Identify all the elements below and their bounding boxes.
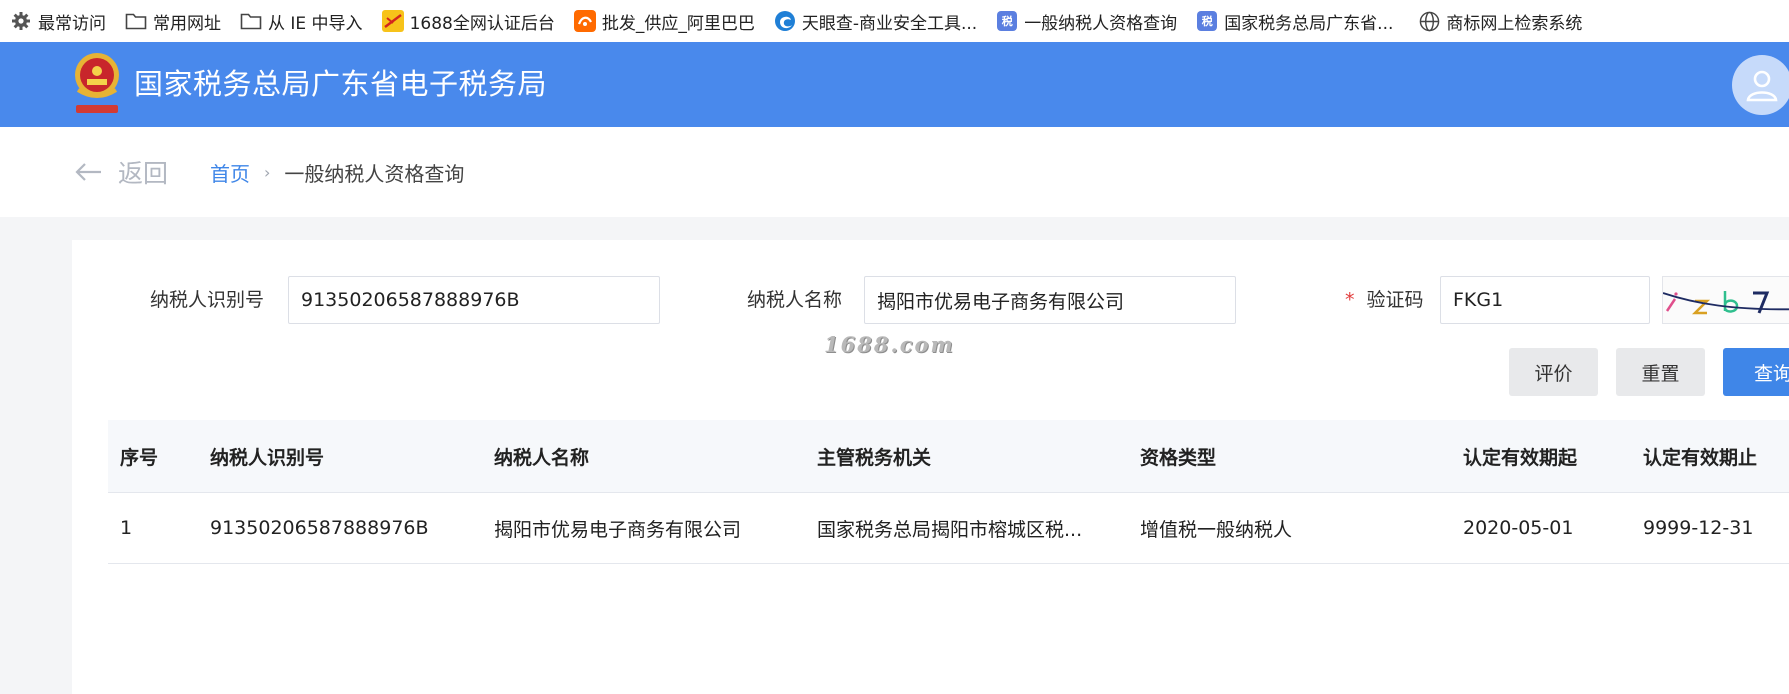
bookmark-label: 一般纳税人资格查询 [1024,13,1178,34]
tax-emblem-icon [72,50,122,118]
back-label: 返回 [118,159,169,188]
captcha-image[interactable] [1662,276,1789,324]
bookmarks-bar: 最常访问 常用网址 从 IE 中导入 1688全网认证后台 批发_供应_阿里巴巴… [0,0,1789,42]
taxpayer-name-label: 纳税人名称 [747,289,843,311]
column-header: 主管税务机关 [817,446,932,469]
bookmark-gd-tax-bureau[interactable]: 税 国家税务总局广东省... [1186,0,1402,42]
table-cell: 增值税一般纳税人 [1140,518,1293,541]
bookmark-trademark-search[interactable]: 商标网上检索系统 [1408,0,1591,42]
bookmark-label: 天眼查-商业安全工具... [801,13,978,34]
tax-logo-icon: 税 [996,10,1018,32]
bookmark-label: 批发_供应_阿里巴巴 [601,13,755,34]
tax-tile: 税 [997,11,1018,31]
bookmark-label: 从 IE 中导入 [268,13,363,34]
bookmark-label: 商标网上检索系统 [1446,13,1583,34]
bookmark-alibaba[interactable]: 批发_供应_阿里巴巴 [564,0,764,42]
site-title: 国家税务总局广东省电子税务局 [134,67,548,101]
tax-logo-icon: 税 [1196,10,1218,32]
taxpayer-id-input[interactable] [288,276,660,324]
1688-logo-icon [381,10,404,32]
query-card: 纳税人识别号 纳税人名称 * 验证码 1688.com 评价 重置 查询 序号 纳… [72,240,1789,694]
column-header: 纳税人识别号 [210,446,325,469]
bookmark-most-visited[interactable]: 最常访问 [0,0,115,42]
user-icon [1746,70,1778,102]
table-cell: 91350206587888976B [210,517,429,539]
bookmark-label: 国家税务总局广东省... [1224,13,1394,34]
bookmark-1688-auth[interactable]: 1688全网认证后台 [372,0,564,42]
table-cell: 2020-05-01 [1463,517,1574,539]
user-avatar[interactable] [1732,55,1789,115]
evaluate-button[interactable]: 评价 [1509,348,1598,396]
table-cell: 1 [120,517,133,539]
back-button[interactable]: 返回 [74,152,168,192]
required-mark: * [1345,289,1355,311]
column-header: 认定有效期止 [1643,446,1758,469]
column-header: 认定有效期起 [1463,446,1578,469]
site-header: 国家税务总局广东省电子税务局 [0,42,1789,127]
breadcrumb-current: 一般纳税人资格查询 [284,161,465,186]
captcha-label-text: 验证码 [1366,289,1424,311]
reset-button[interactable]: 重置 [1616,348,1705,396]
arrow-left-icon [75,163,101,181]
column-header: 序号 [120,446,159,469]
query-button[interactable]: 查询 [1723,348,1789,396]
result-table: 序号 纳税人识别号 纳税人名称 主管税务机关 资格类型 认定有效期起 认定有效期… [108,420,1789,564]
bookmark-common-sites[interactable]: 常用网址 [115,0,230,42]
globe-icon [1418,10,1440,32]
table-cell: 国家税务总局揭阳市榕城区税... [817,518,1083,541]
bookmark-label: 常用网址 [153,13,221,34]
watermark-text: 1688.com [824,332,955,357]
column-header: 资格类型 [1140,446,1217,469]
captcha-input[interactable] [1440,276,1650,324]
bookmark-label: 最常访问 [38,13,106,34]
table-cell: 揭阳市优易电子商务有限公司 [494,518,742,541]
folder-icon [240,10,262,32]
column-header: 纳税人名称 [494,446,590,469]
taxpayer-name-input[interactable] [864,276,1236,324]
bookmark-taxpayer-query[interactable]: 税 一般纳税人资格查询 [986,0,1186,42]
folder-icon [125,10,147,32]
table-row[interactable]: 1 91350206587888976B 揭阳市优易电子商务有限公司 国家税务总… [108,493,1789,564]
breadcrumb-row: 返回 首页 › 一般纳税人资格查询 [0,127,1789,217]
captcha-label: * 验证码 [1345,276,1424,324]
bookmark-tianyancha[interactable]: 天眼查-商业安全工具... [764,0,986,42]
chevron-right-icon: › [264,162,271,182]
table-header: 序号 纳税人识别号 纳税人名称 主管税务机关 资格类型 认定有效期起 认定有效期… [108,420,1789,493]
bookmark-import-ie[interactable]: 从 IE 中导入 [230,0,372,42]
taxpayer-id-label: 纳税人识别号 [150,289,265,311]
breadcrumb: 首页 › 一般纳税人资格查询 [210,152,464,192]
tax-tile: 税 [1197,11,1218,31]
breadcrumb-home-link[interactable]: 首页 [210,158,250,187]
gear-icon [10,10,32,32]
table-cell: 9999-12-31 [1643,517,1754,539]
alibaba-logo-icon [573,10,596,32]
edge-icon [774,10,796,32]
bookmark-label: 1688全网认证后台 [409,13,555,34]
